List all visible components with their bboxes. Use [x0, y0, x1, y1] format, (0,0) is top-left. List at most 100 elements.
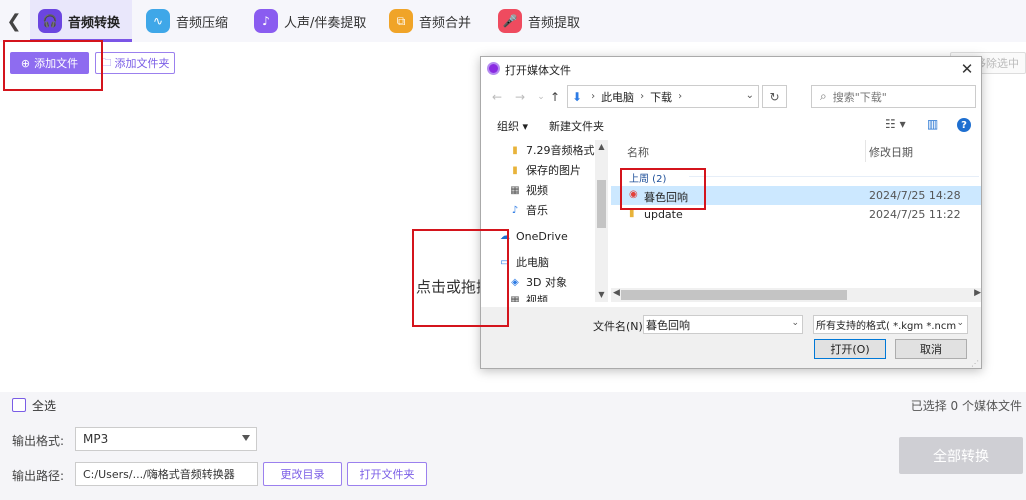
filename-input[interactable]: 暮色回响 ⌄ — [643, 315, 803, 334]
output-path-label: 输出路径: — [12, 469, 65, 483]
output-path-field[interactable]: C:/Users/.../嗨格式音频转换器 — [75, 462, 258, 486]
tab-audio-convert[interactable]: 🎧 音频转换 — [30, 0, 132, 42]
help-icon[interactable]: ? — [957, 118, 971, 132]
search-placeholder: 搜索"下载" — [832, 90, 887, 104]
cancel-button[interactable]: 取消 — [895, 339, 967, 359]
dialog-navigation-row: ← → ⌄ ↑ ⬇ › 此电脑 › 下载 › ⌄ ↻ ⌕ 搜索"下载" — [481, 84, 981, 110]
back-nav-icon[interactable]: ← — [489, 88, 505, 106]
nav-item-this-pc[interactable]: ▭ 此电脑 — [499, 253, 549, 271]
select-all-checkbox[interactable] — [12, 398, 26, 412]
tab-vocal-extract[interactable]: ♪ 人声/伴奏提取 — [254, 0, 366, 42]
column-header-date[interactable]: 修改日期 — [869, 144, 913, 160]
cancel-button-label: 取消 — [920, 343, 942, 356]
nav-item-label: 视频 — [526, 184, 548, 197]
video-icon: ▦ — [510, 294, 520, 303]
scrollbar-thumb[interactable] — [597, 180, 606, 228]
nav-item-saved-pictures[interactable]: ▮ 保存的图片 — [509, 161, 581, 179]
group-header-last-week[interactable]: 上周 (2) — [629, 170, 666, 185]
address-dropdown-icon[interactable]: ⌄ — [746, 90, 754, 101]
file-type-select[interactable]: 所有支持的格式( *.kgm *.ncm ⌄ — [813, 315, 968, 334]
output-settings-panel: 输出格式: MP3 输出路径: C:/Users/.../嗨格式音频转换器 更改… — [0, 418, 1026, 500]
file-row[interactable]: ◉ 暮色回响 2024/7/25 14:28 — [611, 186, 981, 205]
add-file-label: 添加文件 — [34, 57, 79, 70]
dialog-title-bar: 打开媒体文件 ✕ — [481, 57, 981, 81]
file-type-value: 所有支持的格式( *.kgm *.ncm — [816, 321, 957, 332]
nav-item-label: 视频 — [526, 294, 548, 302]
breadcrumb-chevron-icon: › — [591, 91, 596, 102]
nav-item-label: 保存的图片 — [526, 164, 581, 177]
scroll-right-icon[interactable]: ▶ — [974, 288, 981, 298]
breadcrumb-this-pc[interactable]: 此电脑 — [601, 89, 634, 105]
breadcrumb-chevron-icon: › — [640, 91, 645, 102]
open-button-label: 打开(O) — [830, 343, 870, 356]
tab-audio-compress[interactable]: ∿ 音频压缩 — [146, 0, 228, 42]
close-icon[interactable]: ✕ — [959, 59, 975, 79]
file-row[interactable]: ▮ update 2024/7/25 11:22 — [611, 205, 981, 224]
chevron-down-icon[interactable]: ⌄ — [956, 318, 964, 328]
up-folder-icon[interactable]: ↑ — [547, 88, 563, 106]
forward-nav-icon[interactable]: → — [512, 88, 528, 106]
nav-item-videos-pc[interactable]: ▦ 视频 — [509, 291, 548, 302]
download-icon: ⬇ — [572, 89, 583, 104]
navigation-scrollbar[interactable]: ▲ ▼ — [595, 140, 608, 302]
tab-audio-merge[interactable]: ⧉ 音频合并 — [389, 0, 471, 42]
nav-item-folder[interactable]: ▮ 7.29音频格式转 — [509, 141, 605, 159]
new-folder-button[interactable]: 新建文件夹 — [549, 118, 604, 134]
file-date: 2024/7/25 14:28 — [869, 189, 961, 202]
open-folder-label: 打开文件夹 — [359, 468, 415, 481]
nav-item-music[interactable]: ♪ 音乐 — [509, 201, 548, 219]
change-directory-label: 更改目录 — [280, 468, 325, 481]
filename-value: 暮色回响 — [646, 318, 690, 332]
convert-all-label: 全部转换 — [933, 448, 989, 465]
cube-icon: ◈ — [511, 276, 519, 288]
folder-icon: ▮ — [629, 208, 635, 219]
select-all-label: 全选 — [32, 399, 57, 413]
scroll-up-icon[interactable]: ▲ — [595, 142, 608, 151]
scrollbar-thumb[interactable] — [621, 290, 847, 300]
file-name: update — [644, 208, 683, 221]
group-divider — [689, 176, 979, 177]
view-options-icon[interactable]: ☷ ▾ — [885, 117, 906, 131]
organize-menu[interactable]: 组织 ▾ — [497, 118, 528, 134]
scroll-down-icon[interactable]: ▼ — [595, 290, 608, 299]
search-icon: ⌕ — [820, 89, 827, 103]
back-arrow-icon[interactable]: ❮ — [4, 9, 24, 33]
folder-icon: ▮ — [512, 144, 518, 156]
nav-item-label: 3D 对象 — [526, 276, 567, 289]
chevron-down-icon[interactable]: ⌄ — [791, 318, 799, 328]
waveform-icon: ∿ — [146, 9, 170, 33]
resize-grip-icon[interactable]: ⋰ — [971, 359, 979, 368]
nav-item-label: 此电脑 — [516, 256, 549, 269]
address-bar[interactable]: ⬇ › 此电脑 › 下载 › ⌄ — [567, 85, 759, 108]
add-file-button[interactable]: ⊕ 添加文件 — [10, 52, 89, 74]
file-name: 暮色回响 — [644, 191, 688, 204]
scroll-left-icon[interactable]: ◀ — [613, 288, 620, 298]
breadcrumb-downloads[interactable]: 下载 — [650, 89, 672, 105]
plus-circle-icon: ⊕ — [20, 56, 31, 70]
open-button[interactable]: 打开(O) — [814, 339, 886, 359]
mic-icon: 🎤 — [498, 9, 522, 33]
video-icon: ▦ — [510, 184, 520, 196]
file-list-scrollbar[interactable]: ◀ ▶ — [611, 288, 981, 302]
navigation-pane: ▮ 7.29音频格式转 ▮ 保存的图片 ▦ 视频 ♪ 音乐 ☁ OneDrive… — [481, 140, 609, 302]
preview-pane-icon[interactable]: ▥ — [927, 117, 938, 131]
add-folder-label: 添加文件夹 — [114, 57, 170, 70]
search-downloads-field[interactable]: ⌕ 搜索"下载" — [811, 85, 976, 108]
music-icon: ♪ — [511, 204, 519, 216]
convert-all-button[interactable]: 全部转换 — [899, 437, 1023, 474]
open-folder-button[interactable]: 打开文件夹 — [347, 462, 427, 486]
add-folder-button[interactable]: 🗀 添加文件夹 — [95, 52, 175, 74]
tab-audio-extract[interactable]: 🎤 音频提取 — [498, 0, 580, 42]
column-header-name[interactable]: 名称 — [627, 144, 649, 160]
dropdown-caret-icon — [242, 435, 250, 441]
nav-item-onedrive[interactable]: ☁ OneDrive — [499, 227, 568, 245]
dialog-title: 打开媒体文件 — [505, 64, 571, 77]
nav-item-videos[interactable]: ▦ 视频 — [509, 181, 548, 199]
tab-label: 音频压缩 — [176, 15, 229, 31]
output-format-select[interactable]: MP3 — [75, 427, 257, 451]
change-directory-button[interactable]: 更改目录 — [263, 462, 342, 486]
nav-item-3d-objects[interactable]: ◈ 3D 对象 — [509, 273, 567, 291]
tab-label: 音频合并 — [419, 15, 472, 31]
folder-icon: ▮ — [512, 164, 518, 176]
refresh-button[interactable]: ↻ — [762, 85, 787, 108]
